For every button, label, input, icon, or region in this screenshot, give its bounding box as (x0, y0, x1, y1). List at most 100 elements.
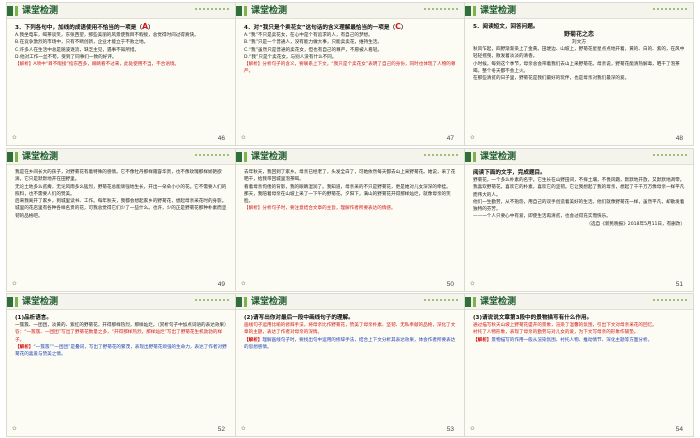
analysis-body: 景物描写的作用一般从渲染氛围、衬托人物、推动情节、深化主题等方面分析。 (491, 337, 653, 343)
story-paragraph: ——一个人只要心中有爱，即使生活再清贫，也会过得充实而快乐。 (473, 214, 611, 220)
source-note: （选自《新民晚报》2018年5月11日，有删改） (586, 221, 685, 227)
slide-52[interactable]: 课堂检测 (1)品析语言。 一簇簇、一团团，淡黄的、紫红的野菊花，开得那样热烈，… (6, 293, 236, 437)
story-paragraph: 小时候，每到这个季节，母亲总会带着我们去山上采野菊花。母亲说，野菊花能清热解毒，… (473, 61, 680, 74)
section-heading: (2)请写出你对最后一段中画线句子的理解。 (244, 315, 354, 321)
slide-body: 我是在乡间长大的孩子，对野菊花有着特殊的感情。它不像牡丹那样雍容华贵，也不像玫瑰… (15, 169, 227, 275)
header-accent-bar (15, 297, 18, 307)
header-accent-bar (7, 6, 13, 16)
section-heading: 阅读下面的文字，完成题目。 (473, 170, 546, 176)
header-accent-bar (465, 297, 471, 307)
header-decoration (653, 299, 687, 305)
analysis-label: 【解析】 (244, 62, 263, 68)
analysis-label: 【解析】 (244, 206, 263, 212)
page-number: 52 (217, 426, 225, 433)
header-accent-bar (244, 297, 247, 307)
answer-text: 通过描写秋天山坡上野菊花盛开的景象，渲染了温馨的氛围，引出下文对母亲采花的回忆。 (473, 323, 657, 328)
question-close: ） (400, 25, 407, 31)
footer-logo-icon: ✿ (470, 135, 475, 141)
slide-grid: 课堂检测 3．下列各句中，加线的成语使用不恰当的一项是（A） A.我坐电车，喝茶… (0, 0, 700, 438)
header-decoration (195, 154, 229, 160)
page-number: 49 (217, 281, 225, 288)
slide-51[interactable]: 课堂检测 阅读下面的文字，完成题目。 野菊花，一个多么朴素的名字。它生长在山野田… (464, 148, 694, 292)
option-line: D.“我”只是个卖花女，与别人没有什么不同。 (244, 54, 337, 60)
analysis-label: 【解析】 (244, 337, 263, 343)
slide-body: (1)品析语言。 一簇簇、一团团，淡黄的、紫红的野菊花，开得那样热烈，那样灿烂。… (15, 314, 227, 420)
slide-47[interactable]: 课堂检测 4．对“我只是个卖花女”这句话的含义理解最恰当的一项是（C） A.“我… (235, 2, 465, 146)
story-paragraph: 看着母亲佝偻的背影，我的眼睛湿润了。我知道，母亲采的不只是野菊花，更是她对儿女深… (244, 184, 451, 190)
page-number: 53 (446, 426, 454, 433)
slide-53[interactable]: 课堂检测 (2)请写出你对最后一段中画线句子的理解。 画线句子运用比喻的修辞手法… (235, 293, 465, 437)
option-line: C.“我”虽然只是普通的卖花女，但也有自己的尊严，不愿被人看轻。 (244, 47, 383, 53)
analysis-label: 【解析】 (15, 344, 34, 350)
slide-body: (3)请说说文章第3段中的景物描写有什么作用。 通过描写秋天山坡上野菊花盛开的景… (473, 314, 685, 420)
story-paragraph: 野菊花，一个多么朴素的名字。它生长在山野田间，不择土壤，不畏风霜，默默地开放，又… (473, 178, 685, 183)
header-accent-bar (236, 6, 242, 16)
story-paragraph: 秋风乍起，四野渐渐染上了金黄。田埂边、山坡上，野菊花星星点点地开着，黄的、白的、… (473, 47, 685, 60)
slide-49[interactable]: 课堂检测 我是在乡间长大的孩子，对野菊花有着特殊的感情。它不像牡丹那样雍容华贵，… (6, 148, 236, 292)
option-line: D.他对工作一丝不苟，受到了同事们一致的好评。 (15, 54, 117, 60)
slide-body: 4．对“我只是个卖花女”这句话的含义理解最恰当的一项是（C） A.“我”不只是卖… (244, 23, 456, 129)
answer-text: 画线句子运用比喻的修辞手法，将母亲比作野菊花，赞美了母亲朴素、坚韧、无私奉献的品… (244, 323, 456, 336)
page-number: 46 (217, 135, 225, 142)
header-title: 课堂检测 (480, 152, 517, 162)
header-accent-bar (15, 6, 18, 16)
analysis-label: 【解析】 (15, 62, 34, 68)
slide-50[interactable]: 课堂检测 去年秋天，我回到了家乡。母亲已经老了，头发全白了，可她依然每天都去山上… (235, 148, 465, 292)
story-title: 野菊花之恋 (563, 31, 594, 38)
slide-body: 3．下列各句中，加线的成语使用不恰当的一项是（A） A.我坐电车，喝茶谈笑，东张… (15, 23, 227, 129)
story-paragraph: 去年秋天，我回到了家乡。母亲已经老了，头发全白了，可她依然每天都去山上采野菊花。… (244, 170, 456, 183)
slide-48[interactable]: 课堂检测 5．阅读短文，回答问题。 野菊花之恋 刘文方 秋风乍起，四野渐渐染上了… (464, 2, 694, 146)
option-line: B.“我”只是一个普通人，没有能力做大事，只能卖卖花，维持生活。 (244, 40, 382, 46)
header-title: 课堂检测 (251, 6, 288, 16)
header-accent-bar (236, 152, 242, 162)
header-accent-bar (244, 152, 247, 162)
option-line: A.我坐电车，喝茶谈笑，东张西望，那些美丽的风景使我目不暇接，总觉得时间过得真快… (15, 33, 199, 38)
slide-header: 课堂检测 (465, 294, 693, 310)
option-line: B.在竞争激烈的市场中，只有不断创新，企业才能立于不败之地。 (15, 40, 149, 46)
header-title: 课堂检测 (22, 6, 59, 16)
analysis-text: 【解析】分析句子时，要注意结合文章的主旨，理解作者所要表达的情感。 (244, 205, 456, 212)
question-text: 5．阅读短文，回答问题。 (473, 24, 539, 30)
analysis-body: “一簇簇”“一团团”是叠词，写出了野菊花的繁茂，表现出野菊花顽强的生命力，表达了… (15, 344, 227, 358)
analysis-text: 【解析】景物描写的作用一般从渲染氛围、衬托人物、推动情节、深化主题等方面分析。 (473, 337, 685, 344)
header-title: 课堂检测 (251, 152, 288, 162)
analysis-body: 分析句子时，要注意结合文章的主旨，理解作者所要表达的情感。 (262, 206, 396, 212)
page-number: 54 (675, 426, 683, 433)
slide-54[interactable]: 课堂检测 (3)请说说文章第3段中的景物描写有什么作用。 通过描写秋天山坡上野菊… (464, 293, 694, 437)
header-accent-bar (473, 152, 476, 162)
header-title: 课堂检测 (480, 6, 517, 16)
analysis-body: 理解画线句子时，要找出句中运用的修辞手法，结合上下文分析其表达效果，体会作者所要… (244, 337, 456, 350)
header-title: 课堂检测 (22, 152, 59, 162)
footer-logo-icon: ✿ (470, 426, 475, 432)
story-paragraph: 城里的花店里有各种各样名贵的花，可我总觉得它们少了一些什么。也许，少的正是野菊花… (15, 206, 227, 219)
story-paragraph: 他们一生勤劳，从不抱怨，用自己的双手创造着美好的生活。他们就像野菊花一样，虽然平… (473, 199, 685, 213)
header-decoration (653, 154, 687, 160)
slide-46[interactable]: 课堂检测 3．下列各句中，加线的成语使用不恰当的一项是（A） A.我坐电车，喝茶… (6, 2, 236, 146)
story-paragraph: 在那些清贫的日子里，野菊花是我们最好的玩伴，也是母亲对我们最深的爱。 (473, 76, 630, 82)
header-accent-bar (473, 6, 476, 16)
header-accent-bar (236, 297, 242, 307)
slide-header: 课堂检测 (236, 3, 464, 19)
section-heading: (3)请说说文章第3段中的景物描写有什么作用。 (473, 315, 593, 321)
story-paragraph: 我是在乡间长大的孩子，对野菊花有着特殊的感情。它不像牡丹那样雍容华贵，也不像玫瑰… (15, 170, 222, 183)
footer-logo-icon: ✿ (241, 426, 246, 432)
slide-header: 课堂检测 (236, 294, 464, 310)
header-decoration (195, 299, 229, 305)
header-accent-bar (473, 297, 476, 307)
header-title: 课堂检测 (480, 297, 517, 307)
story-author: 刘文方 (571, 40, 587, 45)
section-heading: (1)品析语言。 (15, 315, 52, 321)
footer-logo-icon: ✿ (12, 426, 17, 432)
page-number: 51 (675, 281, 683, 288)
option-line: A.“我”不只是卖花女，在心中是个有追求的人，有自己的梦想。 (244, 33, 373, 38)
analysis-body: 分析句子的含义，要联系上下文，“我只是个卖花女”表明了自己的身份，同时也体现了人… (244, 62, 456, 75)
header-decoration (424, 8, 458, 14)
story-paragraph: 一簇簇、一团团，淡黄的、紫红的野菊花，开得那样热烈，那样灿烂。（赏析句子中加点词… (15, 323, 227, 328)
page-number: 48 (675, 135, 683, 142)
header-decoration (653, 8, 687, 14)
slide-header: 课堂检测 (465, 3, 693, 19)
header-decoration (424, 154, 458, 160)
header-decoration (424, 299, 458, 305)
header-accent-bar (7, 297, 13, 307)
option-line: C.许多人在生活中总是随波逐流，缺乏主见，遇事不知所措。 (15, 47, 140, 53)
